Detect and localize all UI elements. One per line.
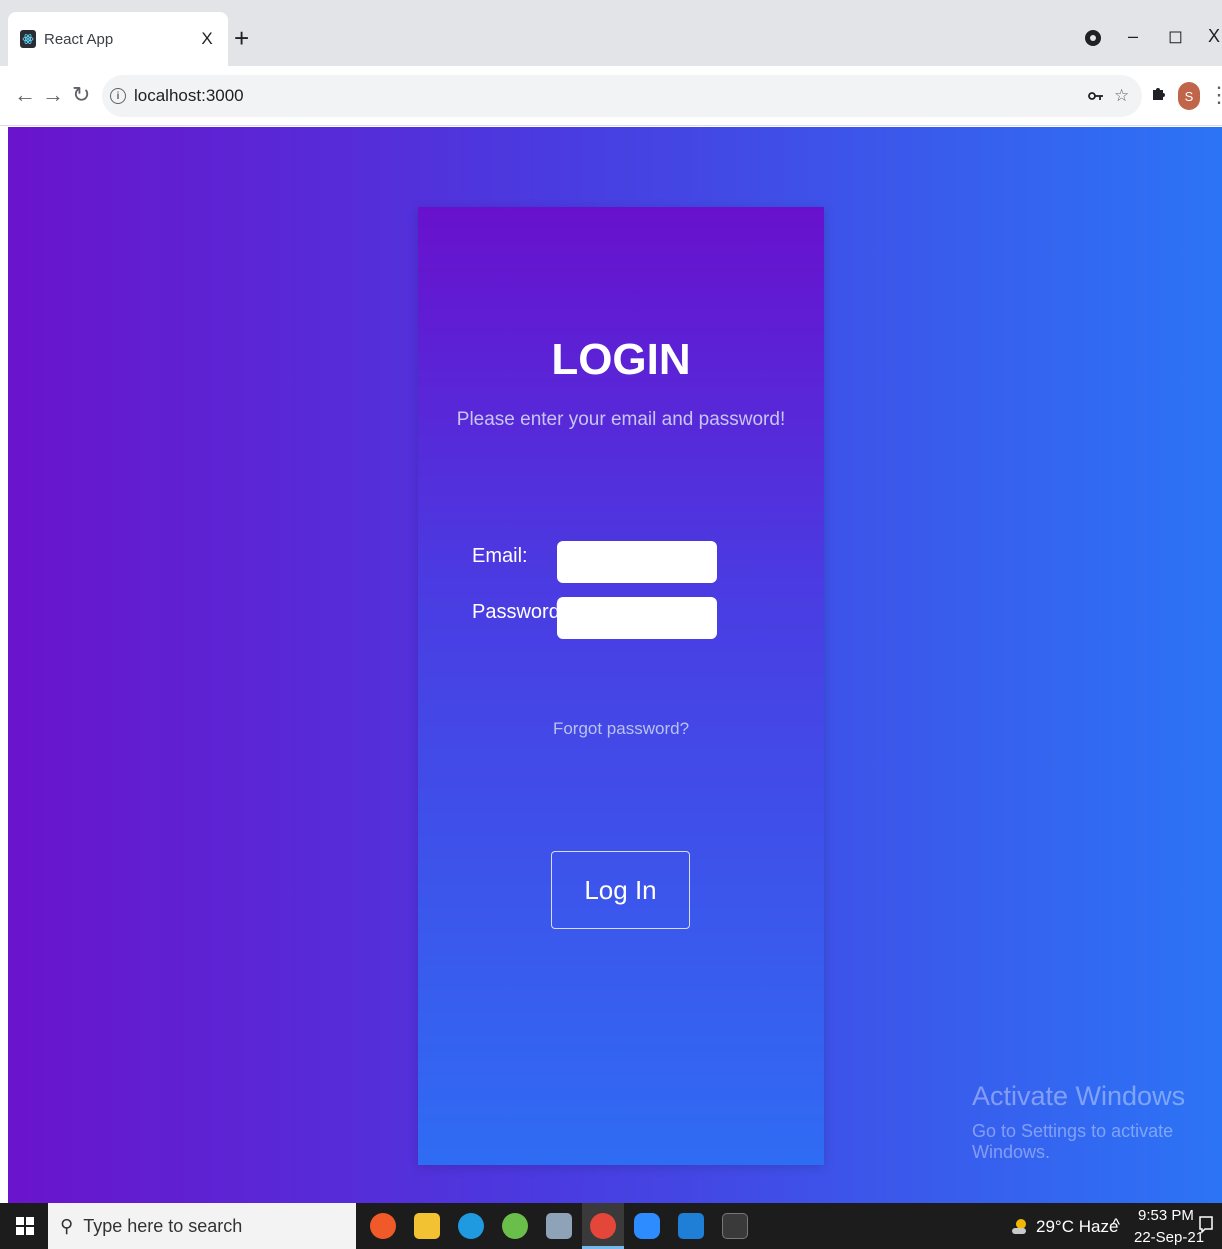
- app-paint-icon[interactable]: [370, 1213, 396, 1239]
- windows-start-icon[interactable]: [16, 1217, 34, 1235]
- forward-arrow-icon[interactable]: →: [42, 82, 64, 108]
- login-title: LOGIN: [551, 335, 691, 384]
- browser-tab-react-app[interactable]: React App X: [8, 12, 228, 66]
- vscode-icon[interactable]: [678, 1213, 704, 1239]
- back-arrow-icon[interactable]: ←: [14, 82, 36, 108]
- app-notes-icon[interactable]: [546, 1213, 572, 1239]
- terminal-icon[interactable]: [722, 1213, 748, 1239]
- site-info-icon[interactable]: i: [110, 88, 126, 104]
- address-bar[interactable]: i localhost:3000 ☆: [102, 75, 1142, 117]
- taskbar-search-box[interactable]: ⚲ Type here to search: [48, 1203, 356, 1249]
- forgot-password-link[interactable]: Forgot password?: [418, 719, 824, 739]
- activate-windows-title: Activate Windows: [972, 1081, 1186, 1111]
- spring-tool-icon[interactable]: [502, 1213, 528, 1239]
- login-subtitle: Please enter your email and password!: [456, 409, 786, 430]
- media-control-icon[interactable]: [1085, 30, 1101, 46]
- reload-icon[interactable]: ↻: [72, 82, 90, 108]
- maximize-button[interactable]: ◻: [1168, 24, 1183, 48]
- chrome-browser-icon[interactable]: [590, 1213, 616, 1239]
- password-key-icon[interactable]: [1088, 75, 1104, 117]
- browser-menu-icon[interactable]: ⋮: [1208, 82, 1222, 108]
- file-explorer-icon[interactable]: [414, 1213, 440, 1239]
- email-label: Email:: [472, 545, 528, 567]
- email-input[interactable]: [557, 541, 717, 583]
- clock-time[interactable]: 9:53 PM: [1138, 1207, 1194, 1224]
- profile-avatar[interactable]: S: [1178, 82, 1200, 110]
- login-button[interactable]: Log In: [551, 851, 690, 929]
- minimize-button[interactable]: –: [1128, 24, 1138, 48]
- password-input[interactable]: [557, 597, 717, 639]
- extensions-puzzle-icon[interactable]: [1150, 84, 1168, 108]
- react-favicon-icon: [20, 30, 36, 48]
- close-window-button[interactable]: X: [1208, 24, 1220, 48]
- page-background: LOGIN Please enter your email and passwo…: [8, 127, 1222, 1203]
- bookmark-star-icon[interactable]: ☆: [1114, 75, 1129, 117]
- url-text: localhost:3000: [134, 86, 244, 105]
- tab-close-icon[interactable]: X: [198, 29, 216, 49]
- new-tab-button[interactable]: +: [234, 24, 249, 52]
- browser-toolbar: ← → ↻ i localhost:3000 ☆ S ⋮: [0, 66, 1222, 126]
- login-card: LOGIN Please enter your email and passwo…: [418, 207, 824, 1165]
- weather-text[interactable]: 29°C Haze: [1036, 1217, 1118, 1237]
- password-label: Password:: [472, 601, 566, 623]
- edge-browser-icon[interactable]: [458, 1213, 484, 1239]
- weather-icon[interactable]: [1010, 1217, 1028, 1242]
- notification-icon[interactable]: [1198, 1215, 1214, 1240]
- clock-date[interactable]: 22-Sep-21: [1134, 1229, 1204, 1246]
- activate-windows-subtitle: Go to Settings to activate Windows.: [972, 1121, 1174, 1162]
- tab-title: React App: [44, 30, 114, 48]
- zoom-app-icon[interactable]: [634, 1213, 660, 1239]
- tray-chevron-icon[interactable]: ^: [1112, 1215, 1120, 1235]
- browser-tab-strip: React App X + – ◻ X: [0, 0, 1222, 66]
- search-placeholder: Type here to search: [83, 1215, 243, 1236]
- search-icon: ⚲: [60, 1215, 74, 1236]
- windows-taskbar: ⚲ Type here to search 29°C Haze ^ 9:53 P…: [0, 1203, 1222, 1249]
